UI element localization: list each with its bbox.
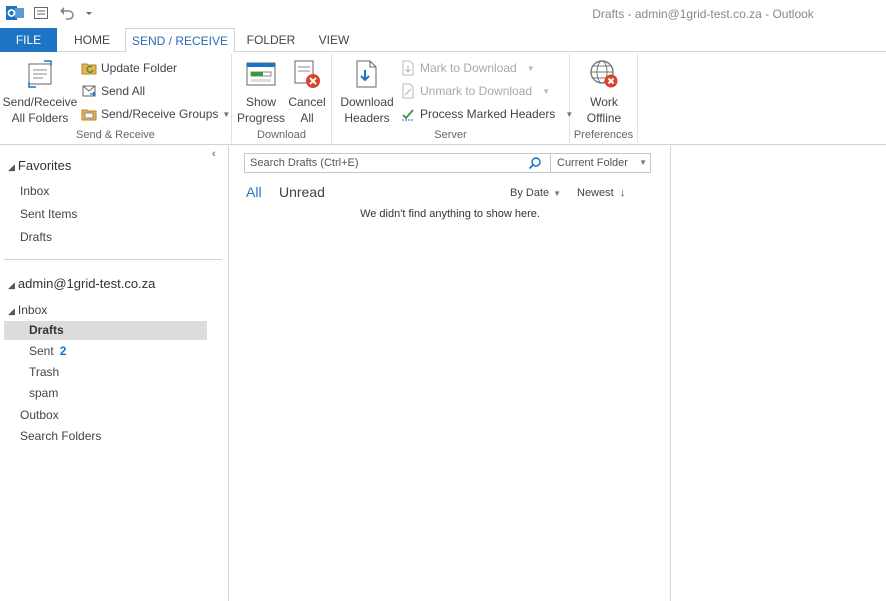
collapse-pane-chevron-left-icon[interactable]: ‹: [212, 148, 216, 160]
download-headers-label-1: Download: [340, 95, 394, 109]
work-offline-label-1: Work: [590, 95, 618, 109]
folder-drafts[interactable]: Drafts: [4, 321, 207, 340]
folder-search-folders[interactable]: Search Folders: [20, 429, 101, 443]
unmark-to-download-icon: [400, 83, 416, 99]
search-box: Current Folder ▼: [244, 153, 651, 173]
window-title: Drafts - admin@1grid-test.co.za - Outloo…: [592, 7, 814, 21]
cancel-all-label-2: All: [300, 111, 314, 125]
ribbon: Send/Receive All Folders Update Folder S…: [0, 52, 886, 145]
group-label-preferences: Preferences: [573, 129, 634, 141]
title-bar: Drafts - admin@1grid-test.co.za - Outloo…: [0, 0, 886, 28]
cancel-all-label-1: Cancel: [288, 95, 326, 109]
send-receive-groups-label: Send/Receive Groups: [101, 107, 219, 121]
group-label-download: Download: [257, 129, 306, 141]
ribbon-tabs: FILE HOME SEND / RECEIVE FOLDER VIEW: [0, 28, 886, 53]
empty-list-message: We didn't find anything to show here.: [360, 208, 540, 220]
show-progress-button[interactable]: Show Progress: [236, 58, 286, 126]
favorite-inbox[interactable]: Inbox: [20, 184, 49, 198]
filter-all[interactable]: All: [246, 184, 262, 200]
favorite-drafts[interactable]: Drafts: [20, 230, 52, 244]
group-label-send-receive: Send & Receive: [76, 129, 155, 141]
work-offline-button[interactable]: Work Offline: [572, 58, 636, 126]
send-receive-all-folders-label-1: Send/Receive: [2, 95, 78, 109]
process-marked-headers-button[interactable]: Process Marked Headers ▼: [400, 104, 573, 124]
chevron-down-icon: ▼: [639, 158, 647, 167]
chevron-down-icon: ▼: [222, 109, 231, 119]
favorites-header[interactable]: ◢ Favorites: [8, 158, 71, 173]
globe-offline-icon: [588, 58, 620, 90]
favorites-label: Favorites: [17, 158, 72, 173]
filter-unread[interactable]: Unread: [279, 184, 325, 200]
sort-by-label: By Date: [510, 187, 550, 199]
account-header[interactable]: ◢ admin@1grid-test.co.za: [8, 276, 155, 291]
folder-spam[interactable]: spam: [29, 386, 58, 400]
folder-inbox[interactable]: ◢ Inbox: [8, 303, 47, 317]
unmark-to-download-label: Unmark to Download: [420, 84, 533, 98]
reading-pane: [671, 146, 886, 601]
favorite-sent-items[interactable]: Sent Items: [20, 207, 77, 221]
sort-by-dropdown[interactable]: By Date ▼: [510, 187, 561, 199]
group-label-server: Server: [434, 129, 467, 141]
download-headers-icon: [351, 58, 383, 90]
update-folder-label: Update Folder: [101, 61, 178, 75]
search-scope-dropdown[interactable]: Current Folder ▼: [550, 154, 651, 172]
cancel-all-button[interactable]: Cancel All: [286, 58, 328, 126]
folder-trash[interactable]: Trash: [29, 365, 59, 379]
search-icon[interactable]: [528, 156, 542, 170]
send-receive-all-folders-icon: [24, 58, 56, 90]
chevron-down-icon: ▼: [553, 189, 562, 198]
tab-file[interactable]: FILE: [0, 28, 57, 52]
send-receive-all-folders-label-2: All Folders: [11, 111, 69, 125]
send-receive-all-folders-button[interactable]: Send/Receive All Folders: [2, 58, 78, 126]
checkmark-icon: [400, 106, 416, 122]
folder-sent-label: Sent: [29, 344, 54, 358]
update-folder-icon: [81, 60, 97, 76]
cancel-all-icon: [291, 58, 323, 90]
expand-triangle-icon: ◢: [8, 162, 15, 172]
send-all-icon: [81, 83, 97, 99]
arrow-down-icon: ↓: [619, 187, 626, 199]
show-progress-label-2: Progress: [236, 111, 286, 125]
mark-to-download-icon: [400, 60, 416, 76]
sort-order-label: Newest: [577, 187, 614, 199]
tab-view[interactable]: VIEW: [306, 28, 362, 52]
group-preferences: Work Offline Preferences: [570, 54, 638, 143]
download-headers-button[interactable]: Download Headers: [336, 58, 398, 126]
group-send-receive: Send/Receive All Folders Update Folder S…: [0, 54, 232, 143]
group-download: Show Progress Cancel All Download: [232, 54, 332, 143]
group-server: Download Headers Mark to Download ▼ Unma…: [332, 54, 573, 143]
download-headers-label-2: Headers: [344, 111, 390, 125]
sort-order-toggle[interactable]: Newest ↓: [577, 187, 625, 199]
chevron-down-icon: ▼: [526, 63, 535, 73]
account-label: admin@1grid-test.co.za: [17, 276, 156, 291]
send-receive-groups-button[interactable]: Send/Receive Groups ▼: [81, 104, 230, 124]
unread-count-badge: 2: [59, 344, 67, 358]
folder-pane: ‹ ◢ Favorites Inbox Sent Items Drafts ◢ ad…: [0, 146, 229, 601]
mark-to-download-label: Mark to Download: [420, 61, 517, 75]
folder-outbox[interactable]: Outbox: [20, 408, 59, 422]
tab-home[interactable]: HOME: [62, 28, 122, 52]
folder-sent[interactable]: Sent 2: [29, 344, 66, 358]
tab-send-receive[interactable]: SEND / RECEIVE: [125, 28, 235, 53]
show-progress-icon: [245, 58, 277, 90]
tab-folder[interactable]: FOLDER: [240, 28, 302, 52]
work-offline-label-2: Offline: [586, 111, 622, 125]
send-all-button[interactable]: Send All: [81, 81, 145, 101]
expand-triangle-icon: ◢: [8, 306, 15, 316]
search-scope-label: Current Folder: [557, 157, 628, 169]
update-folder-button[interactable]: Update Folder: [81, 58, 177, 78]
send-receive-groups-icon: [81, 106, 97, 122]
pane-divider: [4, 259, 222, 260]
search-input[interactable]: [245, 154, 525, 172]
message-list: Current Folder ▼ All Unread By Date▼ New…: [229, 146, 671, 601]
folder-inbox-label: Inbox: [17, 303, 48, 317]
show-progress-label-1: Show: [245, 95, 277, 109]
mark-to-download-button[interactable]: Mark to Download ▼: [400, 58, 535, 78]
send-all-label: Send All: [101, 84, 146, 98]
unmark-to-download-button[interactable]: Unmark to Download ▼: [400, 81, 550, 101]
process-marked-headers-label: Process Marked Headers: [420, 107, 556, 121]
expand-triangle-icon: ◢: [8, 280, 15, 290]
chevron-down-icon: ▼: [542, 86, 550, 96]
